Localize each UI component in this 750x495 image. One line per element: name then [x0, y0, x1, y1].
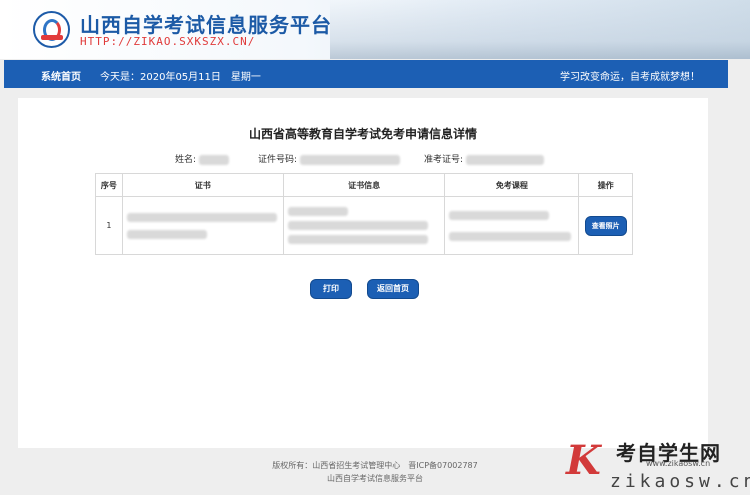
id-field: 证件号码: — [258, 152, 400, 165]
certificate-info-redacted — [287, 235, 428, 244]
nav-slogan: 学习改变命运，自考成就梦想！ — [560, 72, 700, 83]
nav-date-text: 今天是：2020年05月11日 星期一 — [100, 72, 261, 83]
certificate-cell — [121, 196, 284, 255]
top-navbar: 系统首页 今天是：2020年05月11日 星期一 学习改变命运，自考成就梦想！ — [4, 60, 728, 88]
watermark-domain: zikaosw.cn — [610, 471, 750, 492]
exemption-detail-table: 序号 证书 证书信息 免考课程 操作 1 查看照片 — [95, 173, 633, 255]
table-header-row: 序号 证书 证书信息 免考课程 操作 — [95, 173, 633, 197]
certificate-redacted — [126, 212, 277, 222]
site-logo-icon — [33, 11, 70, 48]
col-header-exempt-course: 免考课程 — [444, 173, 580, 197]
table-row: 1 查看照片 — [95, 196, 633, 255]
certificate-redacted — [126, 229, 207, 239]
id-label: 证件号码: — [258, 155, 298, 165]
exempt-course-redacted — [449, 231, 572, 241]
name-label: 姓名: — [175, 155, 197, 165]
nav-home-link[interactable]: 系统首页 — [41, 68, 81, 83]
exam-id-label: 准考证号: — [424, 155, 464, 165]
exam-id-field: 准考证号: — [424, 152, 544, 165]
site-url: HTTP://ZIKAO.SXKSZX.CN/ — [80, 35, 256, 48]
certificate-info-redacted — [287, 221, 428, 230]
action-cell: 查看照片 — [578, 196, 633, 255]
exempt-course-cell — [444, 196, 580, 255]
watermark-k-icon: K — [566, 437, 601, 484]
watermark-url: www.zikaosw.cn — [646, 459, 711, 468]
watermark-logo: K 考自学生网 www.zikaosw.cn zikaosw.cn — [566, 435, 750, 493]
view-photo-button[interactable]: 查看照片 — [584, 215, 627, 236]
exam-id-value-redacted — [465, 154, 544, 165]
header-mountain-banner — [330, 0, 750, 59]
page-title: 山西省高等教育自学考试免考申请信息详情 — [248, 127, 477, 141]
site-header: 山西自学考试信息服务平台 HTTP://ZIKAO.SXKSZX.CN/ — [0, 0, 750, 59]
row-index: 1 — [95, 196, 123, 255]
back-home-button[interactable]: 返回首页 — [367, 279, 419, 299]
name-value-redacted — [198, 154, 229, 165]
id-value-redacted — [299, 154, 400, 165]
name-field: 姓名: — [175, 152, 229, 165]
col-header-certificate: 证书 — [121, 173, 284, 197]
exempt-course-redacted — [449, 210, 550, 220]
main-panel: 山西省高等教育自学考试免考申请信息详情 姓名: 证件号码: 准考证号: 序号 证… — [18, 98, 708, 448]
print-button[interactable]: 打印 — [310, 279, 352, 299]
logo-bar — [41, 35, 63, 40]
col-header-action: 操作 — [578, 173, 633, 197]
certificate-info-redacted — [287, 207, 348, 216]
certificate-info-cell — [282, 196, 446, 255]
site-title: 山西自学考试信息服务平台 — [80, 13, 332, 37]
col-header-certificate-info: 证书信息 — [282, 173, 446, 197]
col-header-index: 序号 — [95, 173, 123, 197]
